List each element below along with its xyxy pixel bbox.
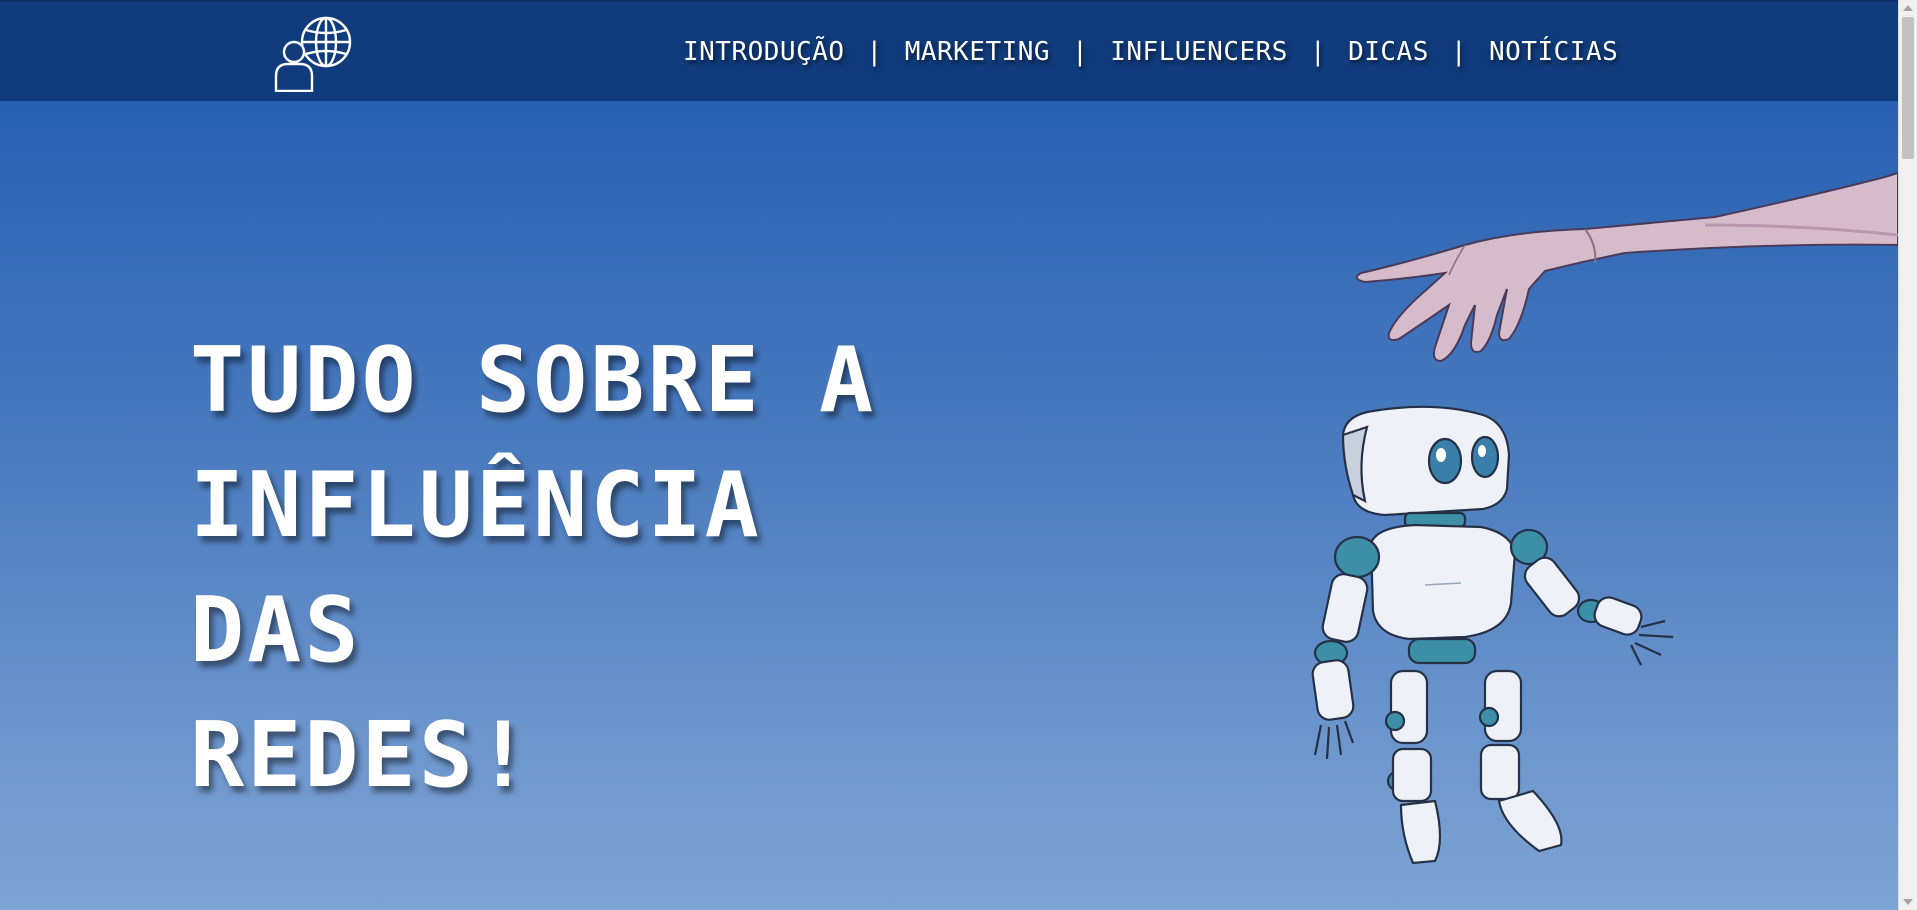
- nav-item-influencers[interactable]: INFLUENCERS: [1110, 37, 1288, 67]
- hero-title-line: TUDO SOBRE A: [190, 328, 877, 433]
- nav-separator: |: [1450, 37, 1468, 67]
- robot-illustration: [1311, 405, 1674, 865]
- vertical-scrollbar[interactable]: [1898, 0, 1917, 910]
- hero-title-line: DAS: [190, 578, 362, 683]
- nav-separator: |: [1309, 37, 1327, 67]
- nav-item-introducao[interactable]: INTRODUÇÃO: [683, 37, 845, 67]
- nav-item-noticias[interactable]: NOTÍCIAS: [1489, 37, 1618, 67]
- nav-separator: |: [866, 37, 883, 67]
- header-bar: INTRODUÇÃO | MARKETING | INFLUENCERS | D…: [0, 0, 1898, 101]
- main-nav: INTRODUÇÃO | MARKETING | INFLUENCERS | D…: [683, 32, 1618, 72]
- person-globe-icon[interactable]: [270, 12, 356, 92]
- hand-illustration: [1355, 171, 1898, 363]
- nav-item-dicas[interactable]: DICAS: [1348, 37, 1429, 67]
- hero-title: TUDO SOBRE A INFLUÊNCIA DAS REDES!: [190, 318, 876, 818]
- hero-title-line: INFLUÊNCIA: [190, 453, 762, 558]
- scroll-down-icon[interactable]: [1903, 899, 1913, 905]
- scrollbar-thumb[interactable]: [1902, 17, 1914, 159]
- nav-separator: |: [1072, 37, 1089, 67]
- hero-title-line: REDES!: [190, 703, 534, 808]
- scroll-up-icon[interactable]: [1903, 5, 1913, 11]
- nav-item-marketing[interactable]: MARKETING: [905, 37, 1050, 67]
- hand-robot-illustration: [1311, 171, 1898, 865]
